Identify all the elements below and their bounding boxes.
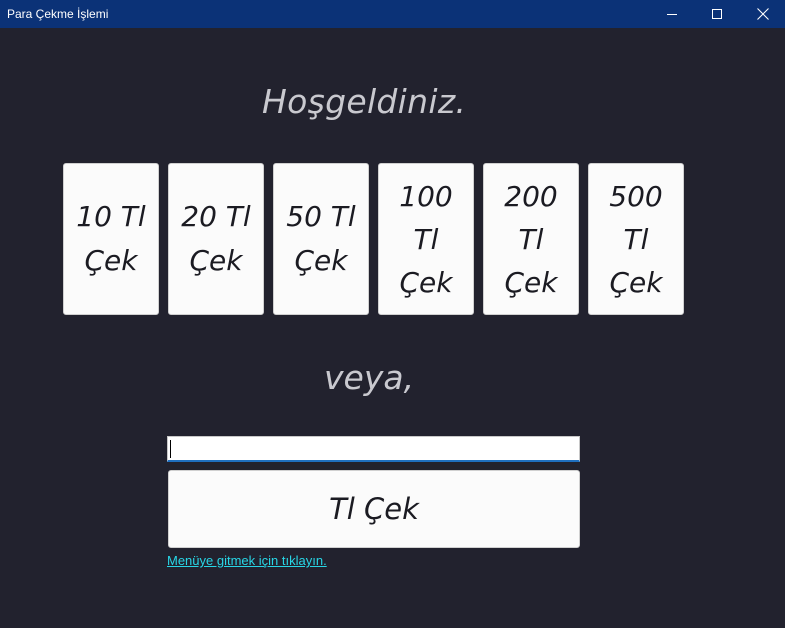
withdraw-100-button[interactable]: 100 Tl Çek — [378, 163, 474, 315]
withdraw-custom-button[interactable]: Tl Çek — [168, 470, 580, 548]
minimize-button[interactable] — [650, 0, 695, 28]
withdraw-20-label: 20 Tl Çek — [181, 200, 251, 277]
title-bar[interactable]: Para Çekme İşlemi — [0, 0, 785, 28]
welcome-heading: Hoşgeldiniz. — [262, 82, 467, 121]
withdraw-50-label: 50 Tl Çek — [286, 200, 356, 277]
withdraw-200-label: 200 Tl Çek — [504, 179, 558, 299]
withdraw-10-button[interactable]: 10 Tl Çek — [63, 163, 159, 315]
custom-amount-input[interactable] — [167, 436, 580, 462]
withdraw-10-label: 10 Tl Çek — [76, 200, 146, 277]
text-caret — [170, 440, 171, 458]
maximize-button[interactable] — [695, 0, 740, 28]
or-separator-text: veya, — [324, 358, 415, 397]
minimize-icon — [667, 13, 677, 15]
window-title: Para Çekme İşlemi — [7, 7, 109, 21]
withdraw-500-button[interactable]: 500 Tl Çek — [588, 163, 684, 315]
close-icon — [756, 8, 769, 20]
withdraw-20-button[interactable]: 20 Tl Çek — [168, 163, 264, 315]
maximize-icon — [712, 8, 722, 19]
close-button[interactable] — [740, 0, 785, 28]
withdraw-custom-label: Tl Çek — [329, 492, 419, 526]
withdraw-500-label: 500 Tl Çek — [609, 179, 663, 299]
app-window: Para Çekme İşlemi Hoşgeldiniz. 10 Tl Çek… — [0, 0, 785, 628]
withdraw-100-label: 100 Tl Çek — [399, 179, 453, 299]
withdraw-50-button[interactable]: 50 Tl Çek — [273, 163, 369, 315]
go-to-menu-link[interactable]: Menüye gitmek için tıklayın. — [167, 553, 327, 568]
withdraw-200-button[interactable]: 200 Tl Çek — [483, 163, 579, 315]
